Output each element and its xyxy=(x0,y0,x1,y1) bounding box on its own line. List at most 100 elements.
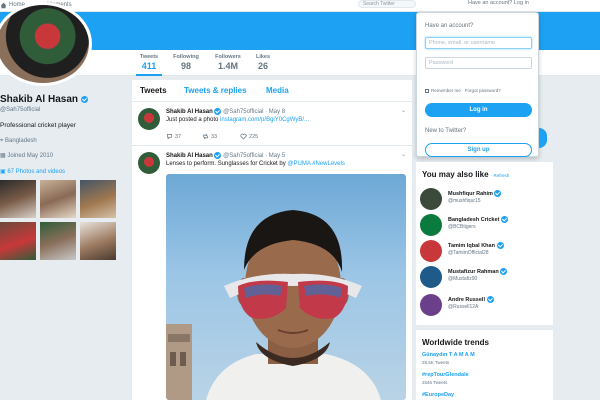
suggested-account-name-text: Mustafizur Rahman xyxy=(448,268,499,275)
who-to-follow-title: You may also like · Refresh xyxy=(422,170,509,179)
tweet-text-body: Lenses to perform. Sunglasses for Cricke… xyxy=(166,161,288,167)
like-action[interactable]: 225 xyxy=(240,133,258,140)
photos-videos-link[interactable]: ▣ 67 Photos and videos xyxy=(0,168,65,175)
suggested-account-handle: @Mustafiz90 xyxy=(448,276,478,282)
suggested-account-name: Bangladesh Cricket xyxy=(448,216,508,223)
suggested-account[interactable]: Tamim Iqbal Khan @TamimOfficial28 xyxy=(420,240,550,264)
nav-login-link[interactable]: Have an account? Log in xyxy=(468,0,529,6)
retweet-icon xyxy=(203,133,208,140)
refresh-link[interactable]: · Refresh xyxy=(491,173,510,178)
stat-following[interactable]: Following 98 xyxy=(170,54,202,71)
verified-badge-icon xyxy=(80,95,88,103)
stat-followers-value: 1.4M xyxy=(217,61,238,71)
trend-link[interactable]: Günaydın T A M A M xyxy=(422,352,475,358)
media-thumbnail[interactable] xyxy=(80,222,116,260)
tab-tweets[interactable]: Tweets xyxy=(140,86,167,95)
tweet-author-name: Shakib Al Hasan xyxy=(166,109,213,116)
login-button[interactable]: Log in xyxy=(425,103,532,117)
chevron-down-icon[interactable]: ⌄ xyxy=(401,107,406,114)
tweet-link[interactable]: @PUMA #NewLevels xyxy=(287,161,344,167)
reply-icon xyxy=(167,134,172,140)
media-thumbnail[interactable] xyxy=(0,180,36,218)
tweet-avatar[interactable] xyxy=(138,108,160,130)
stat-likes[interactable]: Likes 26 xyxy=(252,54,274,71)
remember-me-row[interactable]: Remember me · Forgot password? xyxy=(425,88,501,93)
stat-tweets-value: 411 xyxy=(141,61,157,71)
suggested-account-name: Andre Russell xyxy=(448,296,494,303)
tweet-photo[interactable] xyxy=(166,174,406,400)
media-thumbnail[interactable] xyxy=(40,180,76,218)
suggested-account[interactable]: Andre Russell @Russell12A xyxy=(420,294,550,318)
stat-following-label: Following xyxy=(173,54,199,60)
media-thumbnail[interactable] xyxy=(80,180,116,218)
profile-handle: @Sah75official xyxy=(0,107,41,113)
trend-link[interactable]: #repTourGlendale xyxy=(422,372,469,378)
tweet-text-body: Just posted a photo xyxy=(166,117,221,123)
tab-media[interactable]: Media xyxy=(266,86,289,95)
tweet-author[interactable]: Shakib Al Hasan @Sah75official · May 8 xyxy=(166,108,285,115)
tweet-text: Lenses to perform. Sunglasses for Cricke… xyxy=(166,161,345,167)
suggested-account[interactable]: Bangladesh Cricket @BCBtigers xyxy=(420,214,550,238)
tweet[interactable]: Shakib Al Hasan @Sah75official · May 8 ⌄… xyxy=(132,102,412,146)
verified-badge-icon xyxy=(214,152,222,159)
suggested-account-handle: @TamimOfficial28 xyxy=(448,250,489,256)
tweet-photo-image xyxy=(166,210,381,400)
stat-following-value: 98 xyxy=(180,61,191,71)
media-thumbnail[interactable] xyxy=(40,222,76,260)
signup-button[interactable]: Sign up xyxy=(425,143,532,157)
suggested-account-name: Mustafizur Rahman xyxy=(448,268,508,275)
top-nav-bar: Home Moments Search Twitter Have an acco… xyxy=(0,0,600,12)
tweet-author-name: Shakib Al Hasan xyxy=(166,153,213,160)
verified-badge-icon xyxy=(500,268,508,275)
suggested-account-name: Mushfiqur Rahim xyxy=(448,190,502,197)
heart-icon xyxy=(240,133,247,140)
remember-me-label[interactable]: Remember me · Forgot password? xyxy=(431,88,501,93)
retweet-action[interactable]: 33 xyxy=(202,133,217,140)
username-field[interactable]: Phone, email, or username xyxy=(425,37,532,49)
suggested-account-name-text: Andre Russell xyxy=(448,296,485,303)
who-to-follow-panel: You may also like · Refresh Mushfiqur Ra… xyxy=(416,162,553,325)
verified-badge-icon xyxy=(486,296,494,303)
stat-tweets[interactable]: Tweets 411 xyxy=(136,54,162,76)
timeline: Tweets Tweets & replies Media Shakib Al … xyxy=(132,80,412,400)
suggested-account[interactable]: Mustafizur Rahman @Mustafiz90 xyxy=(420,266,550,290)
remember-me-checkbox[interactable] xyxy=(425,88,429,93)
tweet-link[interactable]: instagram.com/p/BgiY0CgWyB/... xyxy=(220,117,309,123)
profile-bio: Professional cricket player xyxy=(0,122,76,129)
stat-followers[interactable]: Followers 1.4M xyxy=(212,54,244,71)
avatar[interactable] xyxy=(420,294,442,316)
verified-badge-icon xyxy=(494,190,502,197)
suggested-account-name-text: Mushfiqur Rahim xyxy=(448,190,493,197)
avatar[interactable] xyxy=(420,214,442,236)
profile-joined: ▦ Joined May 2010 xyxy=(0,152,53,159)
suggested-account-handle: @mushfiqur15 xyxy=(448,198,481,204)
reply-action[interactable]: 37 xyxy=(166,133,181,140)
avatar[interactable] xyxy=(420,240,442,262)
who-to-follow-title-text: You may also like xyxy=(422,170,489,179)
verified-badge-icon xyxy=(496,242,504,249)
tab-tweets-replies[interactable]: Tweets & replies xyxy=(184,86,247,95)
suggested-account-name-text: Bangladesh Cricket xyxy=(448,216,500,223)
search-input[interactable]: Search Twitter xyxy=(358,0,416,8)
password-field[interactable]: Password xyxy=(425,57,532,69)
follow-button[interactable] xyxy=(539,128,547,148)
verified-badge-icon xyxy=(214,108,222,115)
tweet-author[interactable]: Shakib Al Hasan @Sah75official · May 5 xyxy=(166,152,285,159)
suggested-account-handle: @Russell12A xyxy=(448,304,479,310)
tweet-handle: @Sah75official · May 5 xyxy=(223,153,286,160)
avatar[interactable] xyxy=(420,266,442,288)
media-thumbnail[interactable] xyxy=(0,222,36,260)
signup-header: New to Twitter? xyxy=(425,128,467,134)
stat-followers-label: Followers xyxy=(215,54,241,60)
home-icon xyxy=(0,2,7,8)
profile-location-text: Bangladesh xyxy=(5,138,37,144)
avatar[interactable] xyxy=(420,188,442,210)
suggested-account[interactable]: Mushfiqur Rahim @mushfiqur15 xyxy=(420,188,550,212)
timeline-tabs: Tweets Tweets & replies Media xyxy=(132,80,412,102)
chevron-down-icon[interactable]: ⌄ xyxy=(401,151,406,158)
tweet-avatar[interactable] xyxy=(138,152,160,174)
trends-title: Worldwide trends xyxy=(422,338,489,347)
profile-name-text: Shakib Al Hasan xyxy=(0,94,78,105)
suggested-account-name: Tamim Iqbal Khan xyxy=(448,242,504,249)
trend-link[interactable]: #EuropeDay xyxy=(422,392,454,398)
